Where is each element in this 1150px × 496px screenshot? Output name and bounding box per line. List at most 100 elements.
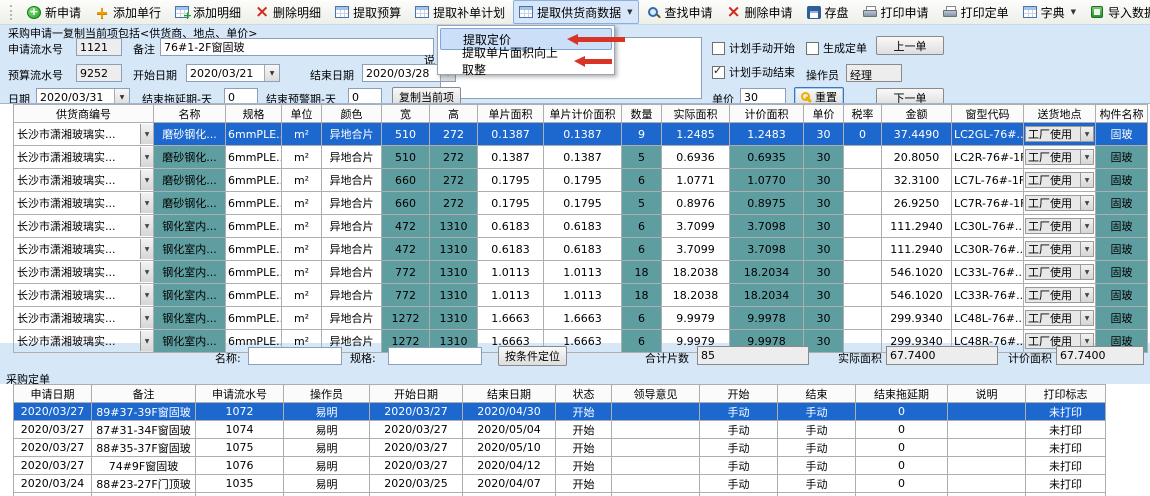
toolbar-button-save-9[interactable]: 存盘: [801, 0, 855, 24]
chevron-down-icon[interactable]: ▼: [140, 285, 153, 305]
cell-actual-area[interactable]: 1.2485: [662, 123, 730, 146]
cell-component-name[interactable]: 固玻: [1096, 261, 1148, 284]
cell-delivery-location[interactable]: 工厂使用▼: [1024, 238, 1096, 261]
cell-price-area[interactable]: 1.0770: [730, 169, 804, 192]
cell-name[interactable]: 钢化室内...: [154, 307, 226, 330]
cell-leader-opinion[interactable]: [612, 475, 700, 493]
cell-width[interactable]: 472: [382, 238, 430, 261]
cell-qty[interactable]: 6: [622, 307, 662, 330]
cell-qty[interactable]: 18: [622, 261, 662, 284]
cell-piece-price-area[interactable]: 1.6663: [544, 307, 622, 330]
cell-start[interactable]: 手动: [700, 475, 778, 493]
cell-qty[interactable]: 18: [622, 284, 662, 307]
cell-unit-price[interactable]: 30: [804, 307, 844, 330]
cell-end-date[interactable]: 2020/05/10: [463, 439, 556, 457]
cell-amount[interactable]: 111.2940: [882, 238, 952, 261]
table-row[interactable]: 长沙市潇湘玻璃实...▼钢化室内...6mmPLE...m²异地合片472131…: [14, 215, 1148, 238]
cell-actual-area[interactable]: 0.6936: [662, 146, 730, 169]
cell-spec[interactable]: 6mmPLE...: [226, 192, 282, 215]
cell-qty[interactable]: 6: [622, 169, 662, 192]
chevron-down-icon[interactable]: ▼: [1080, 196, 1093, 210]
cell-height[interactable]: 272: [430, 146, 478, 169]
cell-delivery-location[interactable]: 工厂使用▼: [1024, 307, 1096, 330]
cell-end-date[interactable]: 2020/04/30: [463, 403, 556, 421]
cell-amount[interactable]: 546.1020: [882, 261, 952, 284]
cell-print-flag[interactable]: 未打印: [1026, 439, 1106, 457]
cell-delivery-location[interactable]: 工厂使用▼: [1024, 261, 1096, 284]
cell-operator[interactable]: 易明: [284, 403, 370, 421]
start-date-picker[interactable]: 2020/03/21 ▼: [186, 64, 280, 82]
table-row[interactable]: 2020/03/2787#31-34F窗固玻1074易明2020/03/2720…: [14, 421, 1106, 439]
cell-unit[interactable]: m²: [282, 284, 322, 307]
chevron-down-icon[interactable]: ▼: [1080, 173, 1093, 187]
cell-note[interactable]: [948, 457, 1026, 475]
cell-spec[interactable]: 6mmPLE...: [226, 169, 282, 192]
cell-leader-opinion[interactable]: [612, 403, 700, 421]
cell-spec[interactable]: 6mmPLE...: [226, 146, 282, 169]
cell-amount[interactable]: 546.1020: [882, 284, 952, 307]
checkbox-unchecked-icon[interactable]: [712, 42, 725, 55]
cell-piece-price-area[interactable]: 0.1795: [544, 169, 622, 192]
cell-name[interactable]: 磨砂钢化...: [154, 192, 226, 215]
cell-end[interactable]: 手动: [778, 439, 856, 457]
checkbox-unchecked-icon[interactable]: [806, 42, 819, 55]
table-row[interactable]: 长沙市潇湘玻璃实...▼磨砂钢化...6mmPLE...m²异地合片510272…: [14, 146, 1148, 169]
cell-tax-rate[interactable]: [844, 215, 882, 238]
cell-piece-area[interactable]: 0.1795: [478, 192, 544, 215]
cell-component-name[interactable]: 固玻: [1096, 215, 1148, 238]
cell-amount[interactable]: 20.8050: [882, 146, 952, 169]
cell-width[interactable]: 772: [382, 284, 430, 307]
toolbar-button-print-10[interactable]: 打印申请: [857, 0, 935, 24]
chevron-down-icon[interactable]: ▼: [1080, 265, 1093, 279]
cell-operator[interactable]: 易明: [284, 421, 370, 439]
checkbox-checked-icon[interactable]: [712, 66, 725, 79]
cell-unit[interactable]: m²: [282, 215, 322, 238]
cell-price-area[interactable]: 3.7098: [730, 215, 804, 238]
locate-by-condition-button[interactable]: 按条件定位: [498, 346, 567, 366]
cell-name[interactable]: 钢化室内...: [154, 215, 226, 238]
cell-name[interactable]: 磨砂钢化...: [154, 123, 226, 146]
cell-color[interactable]: 异地合片: [322, 146, 382, 169]
cell-piece-price-area[interactable]: 0.1387: [544, 146, 622, 169]
cell-end-delay[interactable]: 0: [856, 421, 948, 439]
cell-component-name[interactable]: 固玻: [1096, 146, 1148, 169]
chevron-down-icon[interactable]: ▼: [1080, 242, 1093, 256]
cell-start-date[interactable]: 2020/03/25: [370, 475, 463, 493]
cell-qty[interactable]: 9: [622, 123, 662, 146]
cell-delivery-location[interactable]: 工厂使用▼: [1024, 215, 1096, 238]
table-row[interactable]: 长沙市潇湘玻璃实...▼钢化室内...6mmPLE...m²异地合片772131…: [14, 284, 1148, 307]
chevron-down-icon[interactable]: ▼: [1071, 8, 1076, 16]
cell-qty[interactable]: 6: [622, 238, 662, 261]
cell-window-code[interactable]: LC48L-76#...: [952, 307, 1024, 330]
cell-remark[interactable]: 88#35-37F窗固玻: [92, 439, 196, 457]
cell-unit-price[interactable]: 30: [804, 146, 844, 169]
cell-height[interactable]: 272: [430, 123, 478, 146]
chevron-down-icon[interactable]: ▼: [1080, 311, 1093, 325]
chevron-down-icon[interactable]: ▼: [140, 308, 153, 328]
cell-unit[interactable]: m²: [282, 192, 322, 215]
cell-qty[interactable]: 5: [622, 146, 662, 169]
budget-no-field[interactable]: [76, 64, 122, 82]
cell-component-name[interactable]: 固玻: [1096, 123, 1148, 146]
cell-actual-area[interactable]: 9.9979: [662, 307, 730, 330]
cell-piece-area[interactable]: 1.0113: [478, 261, 544, 284]
cell-leader-opinion[interactable]: [612, 421, 700, 439]
cell-piece-area[interactable]: 0.1387: [478, 123, 544, 146]
cell-operator[interactable]: 易明: [284, 457, 370, 475]
cell-unit-price[interactable]: 30: [804, 238, 844, 261]
previous-order-button[interactable]: 上一单: [876, 36, 944, 55]
cell-supplier-no[interactable]: 长沙市潇湘玻璃实...▼: [14, 169, 154, 192]
cell-leader-opinion[interactable]: [612, 457, 700, 475]
chevron-down-icon[interactable]: ▼: [140, 170, 153, 190]
cell-tax-rate[interactable]: [844, 238, 882, 261]
cell-window-code[interactable]: LC33L-76#...: [952, 261, 1024, 284]
cell-tax-rate[interactable]: [844, 307, 882, 330]
cell-note[interactable]: [948, 421, 1026, 439]
cell-tax-rate[interactable]: 0: [844, 123, 882, 146]
cell-actual-area[interactable]: 0.8976: [662, 192, 730, 215]
cell-name[interactable]: 钢化室内...: [154, 261, 226, 284]
cell-spec[interactable]: 6mmPLE...: [226, 123, 282, 146]
cell-print-flag[interactable]: 未打印: [1026, 403, 1106, 421]
cell-note[interactable]: [948, 475, 1026, 493]
cell-request-date[interactable]: 2020/03/27: [14, 403, 92, 421]
